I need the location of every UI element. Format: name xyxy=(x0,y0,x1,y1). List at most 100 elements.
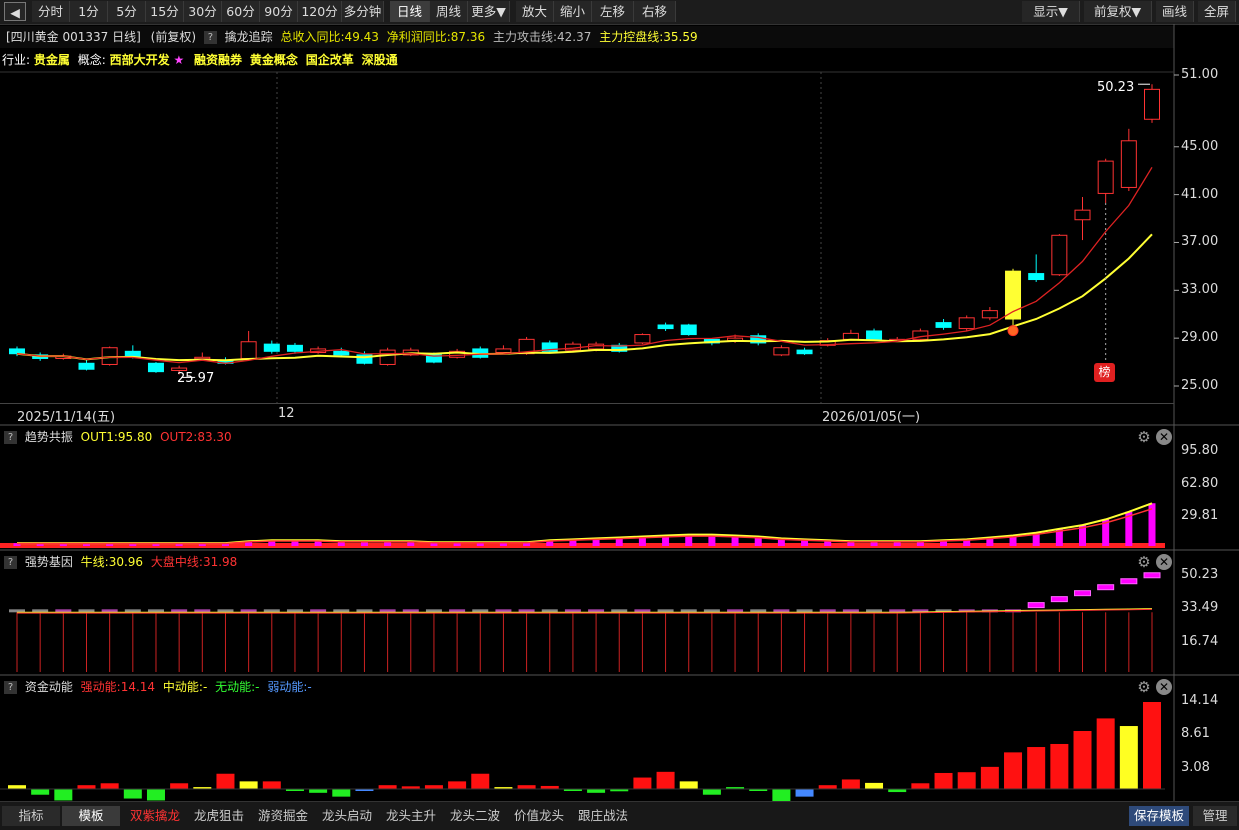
toolbar-button-6[interactable]: 90分 xyxy=(260,1,298,22)
template-item-6[interactable]: 龙头二波 xyxy=(446,806,504,826)
toolbar-button-14[interactable]: 左移 xyxy=(592,1,634,22)
template-tab[interactable]: 模板 xyxy=(62,806,120,826)
gene-bar xyxy=(657,609,674,613)
trend-bar xyxy=(360,541,368,546)
template-item-1[interactable]: 双紫擒龙 xyxy=(126,806,184,826)
save-template-button[interactable]: 保存模板 xyxy=(1129,806,1189,826)
toolbar-right-button-1[interactable]: 前复权▼ xyxy=(1084,1,1152,22)
template-item-4[interactable]: 龙头启动 xyxy=(318,806,376,826)
gene-bar xyxy=(333,609,350,613)
gene-bar xyxy=(356,609,373,613)
momentum-bar xyxy=(448,781,467,789)
toolbar-button-4[interactable]: 30分 xyxy=(184,1,222,22)
momentum-bar xyxy=(1073,731,1092,789)
help-icon[interactable]: ? xyxy=(4,681,17,694)
toolbar-button-0[interactable]: 分时 xyxy=(32,1,70,22)
candle-body xyxy=(958,317,975,330)
close-icon[interactable]: ✕ xyxy=(1156,429,1172,445)
momentum-bar xyxy=(865,782,884,789)
help-icon[interactable]: ? xyxy=(4,556,17,569)
gene-bar xyxy=(866,609,883,613)
close-icon[interactable]: ✕ xyxy=(1156,679,1172,695)
trend-bar xyxy=(708,534,716,546)
toolbar-button-2[interactable]: 5分 xyxy=(108,1,146,22)
gear-icon[interactable]: ⚙ xyxy=(1136,679,1152,695)
momentum-bar xyxy=(494,787,513,790)
momentum-bar xyxy=(540,785,559,789)
gear-icon[interactable]: ⚙ xyxy=(1136,429,1152,445)
toolbar-right-button-0[interactable]: 显示▼ xyxy=(1022,1,1080,22)
trend-bar xyxy=(1055,528,1063,546)
toolbar-button-11[interactable]: 更多▼ xyxy=(468,1,510,22)
gene-bar xyxy=(240,609,257,613)
momentum-bar xyxy=(1096,718,1115,789)
indicator-tab[interactable]: 指标 xyxy=(2,806,60,826)
candle-body xyxy=(425,354,442,363)
close-icon[interactable]: ✕ xyxy=(1156,554,1172,570)
momentum-bar xyxy=(679,781,698,789)
candle-body xyxy=(472,348,489,358)
toolbar-button-7[interactable]: 120分 xyxy=(298,1,342,22)
trend-bar xyxy=(638,536,646,546)
trend-bar xyxy=(13,543,21,546)
back-button[interactable]: ◀ xyxy=(4,2,26,21)
template-item-8[interactable]: 跟庄战法 xyxy=(574,806,632,826)
toolbar-button-10[interactable]: 周线 xyxy=(430,1,468,22)
gene-bar xyxy=(796,609,813,613)
momentum-bar xyxy=(1143,702,1161,789)
trend-bar xyxy=(59,543,67,546)
template-item-7[interactable]: 价值龙头 xyxy=(510,806,568,826)
concept-szconnect[interactable]: 深股通 xyxy=(362,53,398,67)
concept-gold[interactable]: 黄金概念 xyxy=(250,53,298,67)
concept-west[interactable]: 西部大开发 xyxy=(110,53,170,67)
trend-bar xyxy=(731,535,739,546)
trend-bar xyxy=(893,541,901,546)
toolbar-button-13[interactable]: 缩小 xyxy=(554,1,592,22)
p3-tick-1: 14.14 xyxy=(1181,693,1219,708)
toolbar-right-button-2[interactable]: 画线 xyxy=(1156,1,1194,22)
market-mid-value: 大盘中线:31.98 xyxy=(150,555,238,569)
adjust-label: (前复权) xyxy=(150,30,197,44)
manage-button[interactable]: 管理 xyxy=(1193,806,1237,826)
candle-body xyxy=(1097,160,1114,194)
concept-margin[interactable]: 融资融券 xyxy=(194,53,242,67)
template-item-5[interactable]: 龙头主升 xyxy=(382,806,440,826)
toolbar-button-9[interactable]: 日线 xyxy=(390,1,430,22)
gear-icon[interactable]: ⚙ xyxy=(1136,554,1152,570)
trend-bar xyxy=(1032,532,1040,546)
date-axis: 2025/11/14(五) 12 2026/01/05(一) xyxy=(0,403,1174,425)
industry-value[interactable]: 贵金属 xyxy=(34,53,70,67)
toolbar-button-12[interactable]: 放大 xyxy=(516,1,554,22)
momentum-bar xyxy=(563,789,582,791)
toolbar-button-3[interactable]: 15分 xyxy=(146,1,184,22)
help-icon[interactable]: ? xyxy=(203,31,217,44)
weak-momentum: 弱动能:- xyxy=(267,680,312,694)
attack-line-curve xyxy=(16,166,1153,364)
candle-body xyxy=(217,360,234,364)
panel-title: 资金动能 xyxy=(24,680,73,694)
momentum-bar xyxy=(610,789,629,792)
industry-label: 行业: xyxy=(2,53,31,67)
rank-badge[interactable]: 榜 xyxy=(1094,363,1115,382)
help-icon[interactable]: ? xyxy=(4,431,17,444)
candle-body xyxy=(1120,140,1137,188)
toolbar-button-5[interactable]: 60分 xyxy=(222,1,260,22)
toolbar-right-button-3[interactable]: 全屏 xyxy=(1198,1,1236,22)
candle-body xyxy=(402,349,419,356)
trend-bar xyxy=(198,543,206,546)
candle-body xyxy=(842,332,859,340)
date-label-2: 12 xyxy=(278,406,295,421)
y-tick-2: 41.00 xyxy=(1181,186,1219,202)
toolbar-button-8[interactable]: 多分钟 xyxy=(342,1,384,22)
template-item-2[interactable]: 龙虎狙击 xyxy=(190,806,248,826)
toolbar-button-1[interactable]: 1分 xyxy=(70,1,108,22)
toolbar-button-15[interactable]: 右移 xyxy=(634,1,676,22)
momentum-bar xyxy=(193,787,212,790)
low-price-label: 25.97 xyxy=(177,371,215,386)
trend-bar xyxy=(245,541,253,546)
template-item-3[interactable]: 游资掘金 xyxy=(254,806,312,826)
momentum-bar xyxy=(633,777,652,789)
candle-body xyxy=(819,340,836,346)
stock-title: [四川黄金 001337 日线] xyxy=(6,30,141,44)
concept-soe[interactable]: 国企改革 xyxy=(306,53,354,67)
